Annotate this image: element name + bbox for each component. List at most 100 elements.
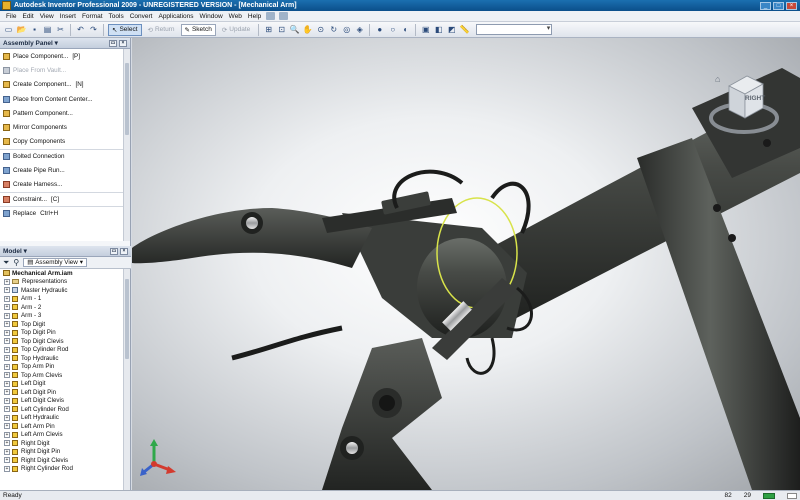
expand-toggle[interactable]: +	[4, 278, 10, 285]
orbit-icon[interactable]: ↻	[328, 24, 339, 35]
tree-row-top-cylinder-rod[interactable]: + Top Cylinder Rod	[0, 346, 124, 355]
menu-insert[interactable]: Insert	[57, 13, 79, 20]
expand-toggle[interactable]: +	[4, 338, 10, 345]
browser-options-icon[interactable]: ⚲	[13, 258, 19, 267]
menu-tools[interactable]: Tools	[106, 13, 127, 20]
cut-icon[interactable]: ✂	[55, 24, 66, 35]
bolted-connection-item[interactable]: Bolted Connection	[0, 149, 124, 163]
ground-shadow-icon[interactable]: ◐	[400, 24, 411, 35]
expand-toggle[interactable]: +	[4, 304, 10, 311]
minimize-button[interactable]: _	[760, 1, 771, 10]
view-cube[interactable]: RIGHT ⌂	[707, 66, 782, 141]
tree-row-left-digit-clevis[interactable]: + Left Digit Clevis	[0, 397, 124, 406]
place-component-item[interactable]: Place Component... [P]	[0, 49, 124, 63]
place-from-vault-item[interactable]: Place From Vault...	[0, 63, 124, 77]
chevron-down-icon[interactable]: ▾	[53, 39, 58, 47]
menu-edit[interactable]: Edit	[19, 13, 36, 20]
pattern-component-item[interactable]: Pattern Component...	[0, 106, 124, 120]
look-at-icon[interactable]: ◎	[341, 24, 352, 35]
expand-toggle[interactable]: +	[4, 321, 10, 328]
expand-toggle[interactable]: +	[4, 406, 10, 413]
expand-toggle[interactable]: +	[4, 414, 10, 421]
section-view-icon[interactable]: ◧	[433, 24, 444, 35]
expand-toggle[interactable]: +	[4, 287, 10, 294]
create-harness-item[interactable]: Create Harness...	[0, 178, 124, 192]
tree-row-left-arm-clevis[interactable]: + Left Arm Clevis	[0, 431, 124, 440]
scrollbar-thumb[interactable]	[125, 279, 129, 359]
model-tree-scrollbar[interactable]	[123, 269, 130, 500]
menu-convert[interactable]: Convert	[127, 13, 156, 20]
color-override-select[interactable]	[476, 24, 553, 35]
tree-row-right-cylinder-rod[interactable]: + Right Cylinder Rod	[0, 465, 124, 474]
tree-row-right-digit-pin[interactable]: + Right Digit Pin	[0, 448, 124, 457]
expand-toggle[interactable]: +	[4, 355, 10, 362]
new-file-icon[interactable]: ▭	[3, 24, 14, 35]
expand-toggle[interactable]: +	[4, 363, 10, 370]
assembly-view-select[interactable]: ▤ Assembly View ▾	[23, 258, 87, 267]
inventor-app-icon[interactable]	[2, 1, 11, 10]
expand-toggle[interactable]: +	[4, 312, 10, 319]
filter-icon[interactable]: ⏷	[3, 258, 9, 268]
camera-icon[interactable]: ▣	[420, 24, 431, 35]
expand-toggle[interactable]: +	[4, 457, 10, 464]
expand-toggle[interactable]: +	[4, 346, 10, 353]
chevron-down-icon[interactable]: ▾	[22, 247, 27, 255]
tree-row-arm-3[interactable]: + Arm - 3	[0, 312, 124, 321]
menu-help[interactable]: Help	[245, 13, 264, 20]
menu-file[interactable]: File	[3, 13, 19, 20]
menu-view[interactable]: View	[37, 13, 57, 20]
help-search-icon[interactable]	[266, 12, 276, 20]
zoom-window-icon[interactable]: ⊡	[276, 24, 287, 35]
expand-toggle[interactable]: +	[4, 465, 10, 472]
zoom-all-icon[interactable]: ⊞	[263, 24, 274, 35]
graphics-viewport[interactable]: RIGHT ⌂	[132, 38, 800, 490]
replace-item[interactable]: Replace Ctrl+H	[0, 206, 124, 220]
constraint-item[interactable]: Constraint... [C]	[0, 191, 124, 206]
tree-row-left-hydraulic[interactable]: + Left Hydraulic	[0, 414, 124, 423]
tree-row-left-arm-pin[interactable]: + Left Arm Pin	[0, 422, 124, 431]
measure-icon[interactable]: 📏	[459, 24, 470, 35]
tree-row-top-arm-clevis[interactable]: + Top Arm Clevis	[0, 371, 124, 380]
home-view-icon[interactable]: ⌂	[715, 74, 720, 84]
select-button[interactable]: ↖ Select	[108, 23, 142, 36]
expand-toggle[interactable]: +	[4, 380, 10, 387]
tree-row-top-arm-pin[interactable]: + Top Arm Pin	[0, 363, 124, 372]
create-component-item[interactable]: Create Component... [N]	[0, 78, 124, 92]
zoom-selected-icon[interactable]: ⊙	[315, 24, 326, 35]
view-cube-toggle-icon[interactable]: ◈	[354, 24, 365, 35]
create-pipe-run-item[interactable]: Create Pipe Run...	[0, 163, 124, 177]
tree-row-right-digit-clevis[interactable]: + Right Digit Clevis	[0, 456, 124, 465]
tree-row-representations[interactable]: + Representations	[0, 278, 124, 287]
tree-row-top-digit-pin[interactable]: + Top Digit Pin	[0, 329, 124, 338]
close-button[interactable]: ×	[786, 1, 797, 10]
expand-toggle[interactable]: +	[4, 329, 10, 336]
panel-restore-button[interactable]: ▭	[110, 247, 118, 255]
tree-row-left-digit-pin[interactable]: + Left Digit Pin	[0, 388, 124, 397]
tree-root-assembly[interactable]: Mechanical Arm.iam	[0, 269, 124, 278]
save-icon[interactable]: ▪	[29, 24, 40, 35]
project-icon[interactable]: ▤	[42, 24, 53, 35]
panel-close-button[interactable]: ×	[120, 247, 128, 255]
menu-web[interactable]: Web	[226, 13, 245, 20]
panel-close-button[interactable]: ×	[119, 39, 127, 47]
vault-icon[interactable]	[279, 12, 289, 20]
mirror-components-item[interactable]: Mirror Components	[0, 120, 124, 134]
tree-row-arm-1[interactable]: + Arm - 1	[0, 295, 124, 304]
tree-row-top-digit[interactable]: + Top Digit	[0, 320, 124, 329]
update-button[interactable]: ⟳ Update	[218, 24, 254, 36]
redo-icon[interactable]: ↷	[88, 24, 99, 35]
sketch-button[interactable]: ✎ Sketch	[180, 23, 216, 36]
expand-toggle[interactable]: +	[4, 440, 10, 447]
maximize-button[interactable]: □	[773, 1, 784, 10]
pan-icon[interactable]: ✋	[302, 24, 313, 35]
expand-toggle[interactable]: +	[4, 372, 10, 379]
expand-toggle[interactable]: +	[4, 431, 10, 438]
expand-toggle[interactable]: +	[4, 389, 10, 396]
expand-toggle[interactable]: +	[4, 448, 10, 455]
assembly-panel-scrollbar[interactable]	[123, 49, 130, 241]
place-content-center-item[interactable]: Place from Content Center...	[0, 92, 124, 106]
menu-window[interactable]: Window	[197, 13, 226, 20]
undo-icon[interactable]: ↶	[75, 24, 86, 35]
model-panel-header[interactable]: Model ▾ ▭ ×	[0, 246, 131, 257]
expand-toggle[interactable]: +	[4, 423, 10, 430]
